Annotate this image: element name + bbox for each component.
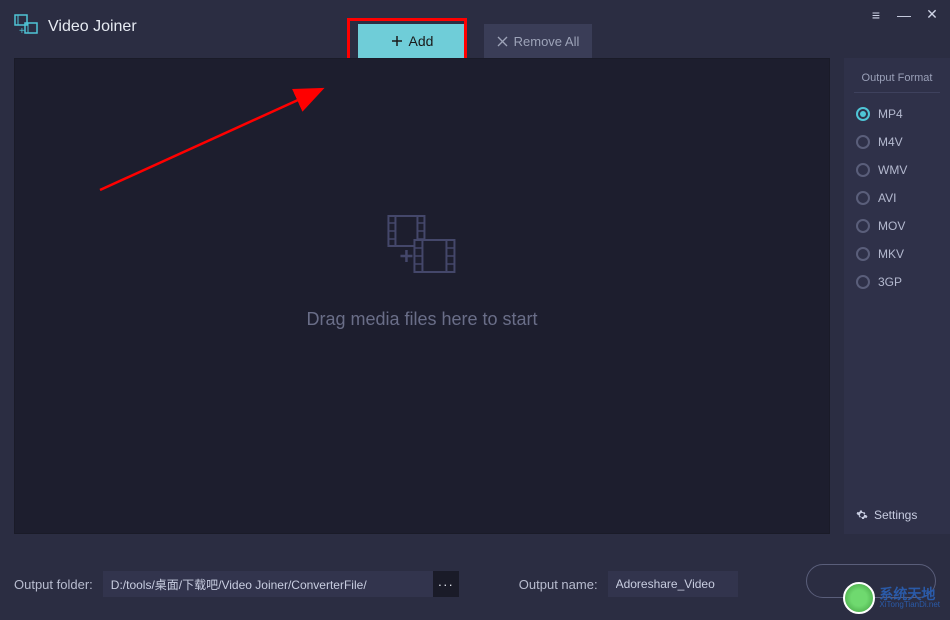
app-title: Video Joiner: [48, 18, 137, 36]
settings-button[interactable]: Settings: [856, 508, 917, 522]
format-radio-label: MOV: [878, 219, 905, 233]
output-folder-label: Output folder:: [14, 577, 93, 592]
watermark: 系统天地 XiTongTianDi.net: [843, 582, 940, 614]
x-icon: [497, 36, 508, 47]
window-controls: ≡ — ✕: [868, 6, 940, 23]
app-logo: + Video Joiner: [14, 14, 137, 40]
output-folder-input[interactable]: [103, 571, 433, 597]
toolbar: Add Remove All: [358, 24, 592, 58]
format-radio-avi[interactable]: AVI: [856, 191, 938, 205]
radio-icon: [856, 247, 870, 261]
output-format-panel: Output Format MP4 M4V WMV AVI MOV MKV 3GP Sett…: [844, 58, 950, 534]
format-radio-label: AVI: [878, 191, 896, 205]
radio-icon: [856, 275, 870, 289]
format-radio-label: MP4: [878, 107, 903, 121]
format-radio-wmv[interactable]: WMV: [856, 163, 938, 177]
remove-all-button[interactable]: Remove All: [484, 24, 592, 58]
remove-all-label: Remove All: [514, 34, 580, 49]
format-radio-label: M4V: [878, 135, 903, 149]
watermark-text: 系统天地 XiTongTianDi.net: [879, 587, 940, 609]
output-name-input[interactable]: [608, 571, 738, 597]
radio-icon: [856, 135, 870, 149]
format-radio-list: MP4 M4V WMV AVI MOV MKV 3GP: [844, 103, 950, 293]
output-folder-group: ···: [103, 571, 459, 597]
plus-icon: [391, 35, 403, 47]
format-radio-mov[interactable]: MOV: [856, 219, 938, 233]
radio-icon: [856, 163, 870, 177]
browse-button[interactable]: ···: [433, 571, 459, 597]
menu-icon[interactable]: ≡: [868, 7, 884, 23]
format-radio-mp4[interactable]: MP4: [856, 107, 938, 121]
radio-icon: [856, 191, 870, 205]
settings-label: Settings: [874, 508, 917, 522]
dropzone-center: Drag media files here to start: [306, 214, 537, 330]
app-logo-icon: +: [14, 14, 40, 40]
media-files-icon: [382, 214, 462, 284]
output-format-title: Output Format: [854, 72, 940, 93]
dropzone-hint: Drag media files here to start: [306, 309, 537, 330]
format-radio-label: WMV: [878, 163, 907, 177]
radio-icon: [856, 107, 870, 121]
format-radio-mkv[interactable]: MKV: [856, 247, 938, 261]
svg-text:+: +: [19, 26, 25, 37]
add-button[interactable]: Add: [358, 24, 466, 58]
add-button-label: Add: [409, 33, 434, 49]
gear-icon: [856, 509, 868, 521]
watermark-sub: XiTongTianDi.net: [879, 601, 940, 609]
watermark-logo-icon: [843, 582, 875, 614]
format-radio-m4v[interactable]: M4V: [856, 135, 938, 149]
format-radio-3gp[interactable]: 3GP: [856, 275, 938, 289]
watermark-main: 系统天地: [879, 587, 940, 601]
bottombar: Output folder: ··· Output name:: [0, 548, 950, 620]
close-icon[interactable]: ✕: [924, 6, 940, 23]
format-radio-label: MKV: [878, 247, 904, 261]
format-radio-label: 3GP: [878, 275, 902, 289]
radio-icon: [856, 219, 870, 233]
dropzone[interactable]: Drag media files here to start: [14, 58, 830, 534]
output-name-label: Output name:: [519, 577, 598, 592]
minimize-icon[interactable]: —: [896, 7, 912, 23]
